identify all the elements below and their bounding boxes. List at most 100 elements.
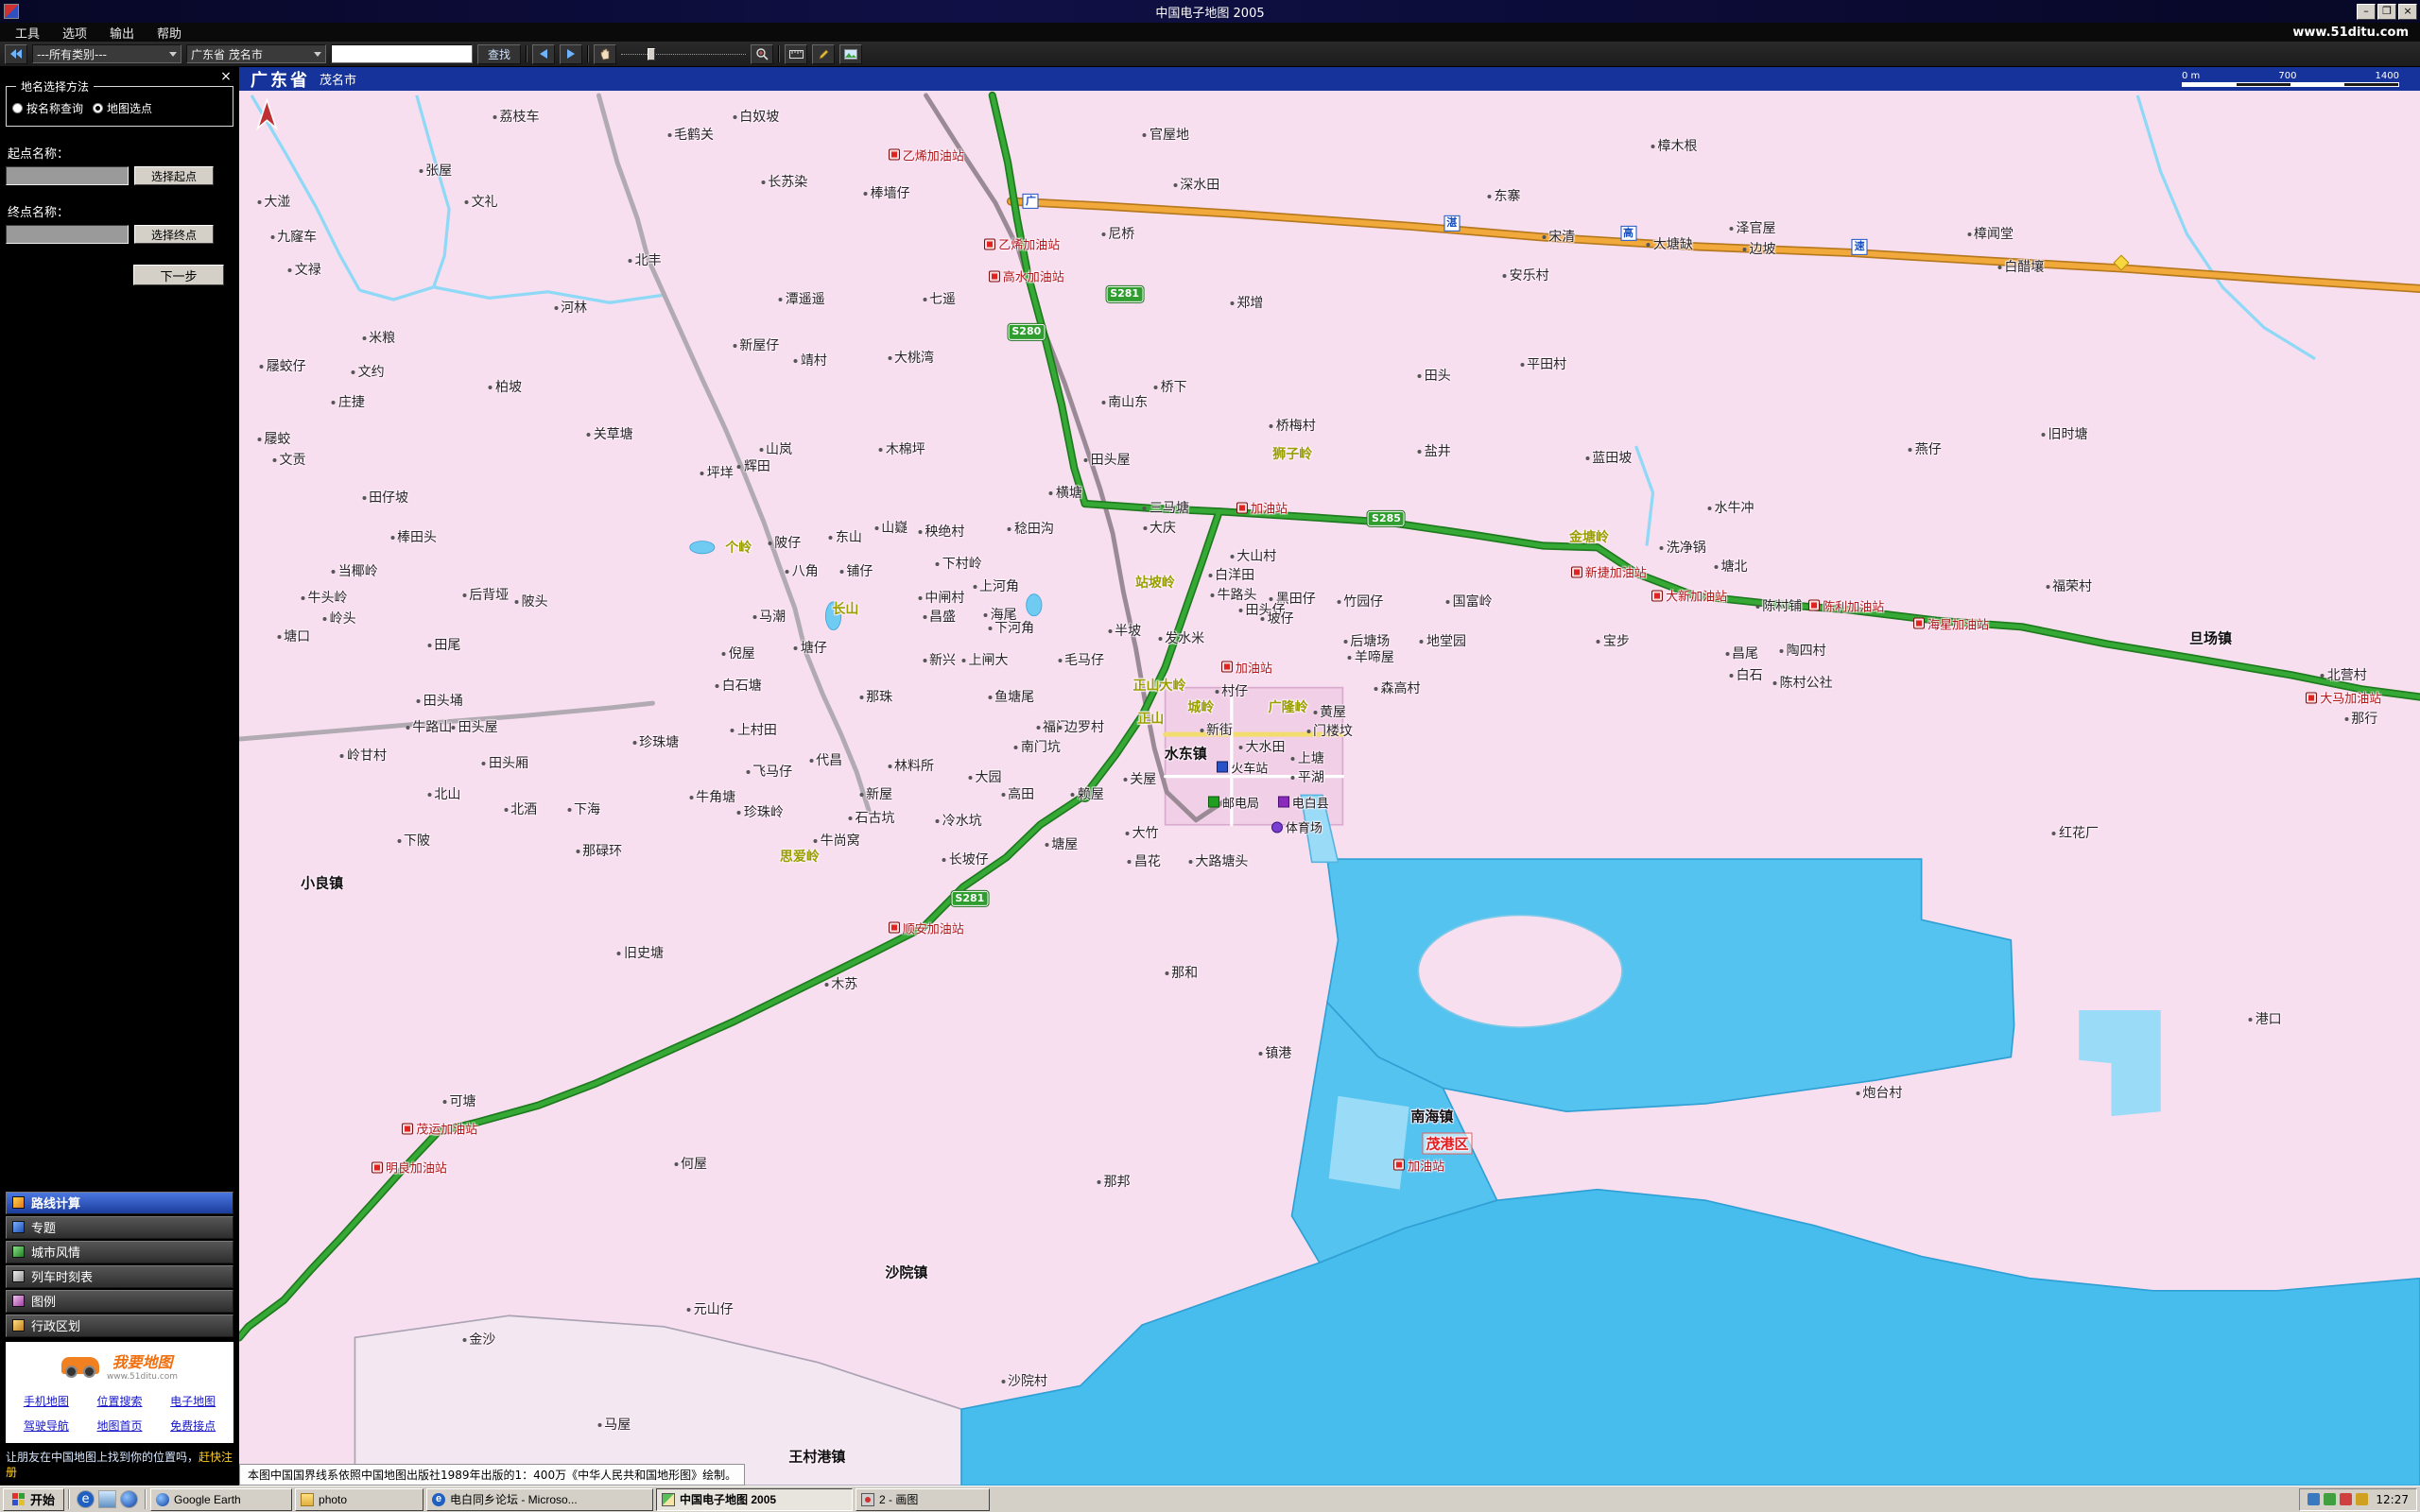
map-label[interactable]: 陂仔: [768, 533, 801, 552]
map-label[interactable]: 可塘: [443, 1091, 476, 1110]
map-label[interactable]: 柏坡: [489, 377, 522, 396]
sidebar-panel-0[interactable]: 路线计算: [6, 1192, 233, 1214]
map-label[interactable]: 赖屋: [1071, 784, 1104, 803]
taskbar-task[interactable]: e电白同乡论坛 - Microso...: [426, 1488, 653, 1511]
map-label[interactable]: 木棉坪: [879, 439, 925, 458]
map-label[interactable]: 山嶷: [874, 518, 908, 537]
map-label[interactable]: 陈村公社: [1773, 673, 1833, 692]
map-label[interactable]: 塘仔: [794, 638, 827, 657]
map-label[interactable]: 长坡仔: [942, 850, 989, 868]
map-label[interactable]: 马潮: [752, 607, 786, 626]
map-label[interactable]: 沙院村: [1001, 1371, 1047, 1390]
menu-item[interactable]: 帮助: [146, 27, 193, 42]
gas-station-label[interactable]: 明良加油站: [372, 1159, 447, 1177]
globe-icon[interactable]: [120, 1490, 138, 1508]
map-label[interactable]: 桥梅村: [1270, 416, 1316, 435]
map-label[interactable]: 森高村: [1374, 679, 1421, 697]
map-label[interactable]: 陂头: [515, 592, 548, 610]
map-label[interactable]: 站坡岭: [1135, 573, 1175, 592]
map-label[interactable]: 村仔: [1215, 681, 1248, 700]
map-label[interactable]: 广隆岭: [1269, 697, 1308, 716]
tray-icon[interactable]: [2356, 1493, 2368, 1505]
next-button[interactable]: [560, 44, 582, 64]
map-label[interactable]: 关屋: [1123, 769, 1156, 788]
map-label[interactable]: 靖村: [794, 351, 827, 369]
map-label[interactable]: 小良镇: [301, 873, 343, 893]
ie-icon[interactable]: e: [77, 1490, 95, 1508]
menu-item[interactable]: 选项: [51, 27, 98, 42]
map-label[interactable]: 中闸村: [918, 588, 964, 607]
map-label[interactable]: 珍珠岭: [737, 802, 784, 821]
poi-label[interactable]: 火车站: [1217, 758, 1268, 776]
map-label[interactable]: 东寨: [1488, 186, 1521, 205]
map-label[interactable]: 陶四村: [1780, 641, 1826, 660]
choose-end-button[interactable]: 选择终点: [134, 225, 214, 244]
snapshot-button[interactable]: [839, 44, 862, 64]
map-label[interactable]: 长苏染: [761, 172, 807, 191]
map-label[interactable]: 港口: [2249, 1009, 2282, 1028]
map-label[interactable]: 那和: [1165, 963, 1198, 982]
radio-option[interactable]: 地图选点: [93, 100, 152, 116]
map-label[interactable]: 田头屋: [452, 717, 498, 736]
map-label[interactable]: 关草塘: [587, 424, 633, 443]
map-label[interactable]: 大塘缺: [1647, 234, 1693, 253]
map-label[interactable]: 鱼塘尾: [988, 687, 1034, 706]
radio-option[interactable]: 按名称查询: [12, 100, 83, 116]
map-label[interactable]: 门楼坟: [1306, 721, 1353, 740]
clock[interactable]: 12:27: [2373, 1493, 2409, 1506]
map-label[interactable]: 横塘: [1049, 483, 1082, 502]
map-label[interactable]: 木苏: [824, 974, 857, 993]
gas-station-label[interactable]: 顺安加油站: [889, 919, 964, 936]
map-label[interactable]: 屦蛟: [257, 429, 290, 448]
map-label[interactable]: 大湴: [257, 192, 290, 211]
map-label[interactable]: 深水田: [1173, 175, 1219, 194]
find-button[interactable]: 查找: [477, 44, 521, 64]
map-label[interactable]: 城岭: [1187, 697, 1214, 716]
map-label[interactable]: 王村港镇: [788, 1447, 845, 1467]
map-label[interactable]: 毛马仔: [1058, 650, 1104, 669]
map-label[interactable]: 南山东: [1101, 392, 1148, 411]
gas-station-label[interactable]: 大新加油站: [1651, 587, 1727, 605]
choose-start-button[interactable]: 选择起点: [134, 166, 214, 185]
map-label[interactable]: 潭遥遥: [779, 289, 825, 308]
map-label[interactable]: 那珠: [859, 687, 892, 706]
map-label[interactable]: 洗净锅: [1660, 538, 1706, 557]
map-label[interactable]: 塘口: [277, 627, 310, 645]
gas-station-label[interactable]: 加油站: [1221, 658, 1272, 676]
map-label[interactable]: 张屋: [419, 161, 452, 180]
map-label[interactable]: 边罗村: [1058, 717, 1104, 736]
map-label[interactable]: 个岭: [725, 538, 752, 557]
map-label[interactable]: 盐井: [1418, 441, 1451, 460]
map-label[interactable]: 平湖: [1291, 767, 1324, 786]
gas-station-label[interactable]: 乙烯加油站: [889, 146, 964, 163]
map-label[interactable]: 田尾: [427, 635, 460, 654]
map-label[interactable]: 稔田沟: [1008, 519, 1054, 538]
map-label[interactable]: 毛鹤关: [667, 125, 714, 144]
map-label[interactable]: 安乐村: [1503, 266, 1549, 284]
map-label[interactable]: 大竹: [1126, 823, 1159, 842]
map-label[interactable]: 宝步: [1597, 631, 1630, 650]
map-label[interactable]: 昌尾: [1725, 644, 1758, 662]
map-label[interactable]: 大桃湾: [888, 348, 934, 367]
map-label[interactable]: 文约: [352, 362, 385, 381]
map-label[interactable]: 北酒: [504, 799, 537, 818]
map-label[interactable]: 代昌: [809, 750, 842, 769]
map-label[interactable]: 郑增: [1230, 293, 1263, 312]
measure-button[interactable]: [785, 44, 807, 64]
map-label[interactable]: 尼桥: [1101, 224, 1134, 243]
map-label[interactable]: 燕仔: [1909, 439, 1942, 458]
start-name-input[interactable]: [6, 166, 129, 185]
map-label[interactable]: 上河角: [973, 576, 1019, 595]
map-label[interactable]: 高田: [1001, 784, 1034, 803]
poi-label[interactable]: 电白县: [1278, 793, 1329, 811]
map-label[interactable]: 米粮: [362, 328, 395, 347]
map-label[interactable]: 樟木根: [1651, 136, 1698, 155]
sidebar-panel-3[interactable]: 列车时刻表: [6, 1265, 233, 1288]
map-label[interactable]: 白洋田: [1208, 565, 1254, 584]
sidebar-panel-5[interactable]: 行政区划: [6, 1314, 233, 1337]
gas-station-label[interactable]: 海星加油站: [1913, 614, 1989, 632]
map-label[interactable]: 珍珠塘: [632, 732, 679, 751]
map-label[interactable]: 大庆: [1143, 518, 1176, 537]
map-label[interactable]: 国富岭: [1446, 592, 1493, 610]
map-label[interactable]: 黄屋: [1313, 702, 1346, 721]
